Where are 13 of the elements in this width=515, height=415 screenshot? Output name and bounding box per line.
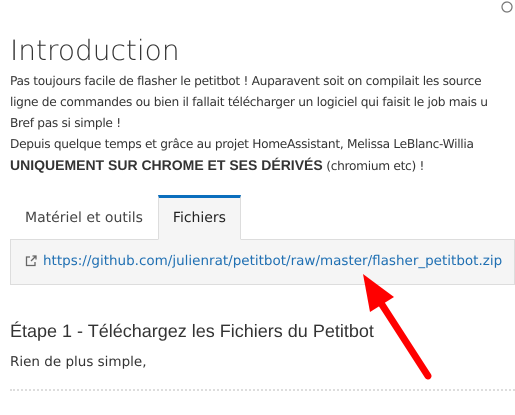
intro-text: UNIQUEMENT SUR CHROME ET SES DÉRIVÉS (chromium etc) !	[10, 156, 426, 175]
intro-text: Pas toujours facile de flasher le petitbot ! Auparavent soit on compilait les source	[10, 72, 482, 90]
step-text: Rien de plus simple,	[10, 353, 148, 372]
tab[interactable]: Matériel et outils	[10, 194, 158, 240]
intro-text: Bref pas si simple !	[10, 114, 122, 132]
external-link-icon	[25, 254, 37, 267]
page-title: Introduction	[10, 36, 180, 67]
file-link[interactable]: https://github.com/julienrat/petitbot/raw/master/flasher_petitbot.zip	[25, 250, 502, 271]
intro-text: Depuis quelque temps et grâce au projet HomeAssistant, Melissa LeBlanc-Willia	[10, 136, 475, 153]
step-heading: Étape 1 - Téléchargez les Fichiers du Petitbot	[10, 320, 374, 342]
tab[interactable]: Fichiers	[158, 194, 241, 240]
intro-text: ligne de commandes ou bien il fallait télécharger un logiciel qui faisit le job mais u	[10, 94, 489, 111]
license-icon	[501, 1, 513, 13]
